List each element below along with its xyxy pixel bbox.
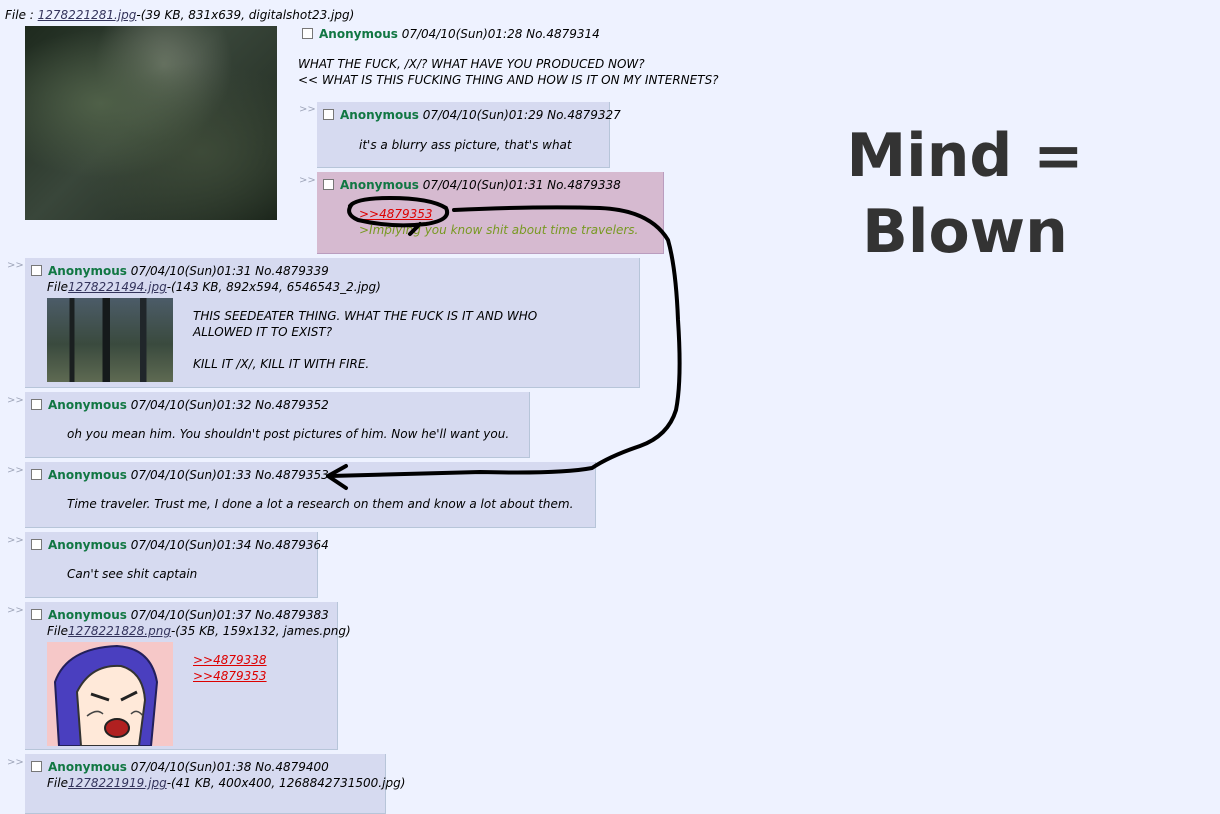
reply-file-info: File1278221494.jpg-(143 KB, 892x594, 654… (47, 280, 381, 294)
reply-arrows: >> (7, 605, 24, 616)
reply-arrows: >> (7, 260, 24, 271)
file-link[interactable]: 1278221494.jpg (68, 280, 167, 294)
poster-name: Anonymous (48, 538, 127, 552)
caption-line: Blown (862, 197, 1068, 267)
file-label: File (47, 624, 68, 638)
post-meta: 07/04/10(Sun)01:31 No.4879339 (130, 264, 329, 278)
reply-header: Anonymous 07/04/10(Sun)01:37 No.4879383 (31, 608, 329, 622)
poster-name: Anonymous (48, 760, 127, 774)
reply-post-highlighted: Anonymous 07/04/10(Sun)01:31 No.4879338 … (317, 172, 664, 254)
reply-arrows: >> (7, 535, 24, 546)
reply-post: Anonymous 07/04/10(Sun)01:33 No.4879353 … (25, 462, 596, 528)
reply-arrows: >> (7, 395, 24, 406)
poster-name: Anonymous (48, 264, 127, 278)
poster-name: Anonymous (48, 468, 127, 482)
post-meta: 07/04/10(Sun)01:32 No.4879352 (130, 398, 329, 412)
op-image-thumbnail[interactable] (25, 26, 277, 220)
post-meta: 07/04/10(Sun)01:38 No.4879400 (130, 760, 329, 774)
file-link[interactable]: 1278221828.png (68, 624, 171, 638)
reply-post: Anonymous 07/04/10(Sun)01:37 No.4879383 … (25, 602, 351, 750)
reply-arrows: >> (7, 465, 24, 476)
angry-face-drawing-icon (53, 644, 159, 746)
poster-name: Anonymous (48, 398, 127, 412)
reply-header: Anonymous 07/04/10(Sun)01:34 No.4879364 (31, 538, 329, 552)
reply-post: Anonymous 07/04/10(Sun)01:32 No.4879352 … (25, 392, 530, 458)
reply-arrows: >> (7, 757, 24, 768)
reply-checkbox[interactable] (31, 399, 42, 410)
reply-text: ALLOWED IT TO EXIST? (193, 325, 333, 339)
reply-checkbox[interactable] (31, 539, 42, 550)
post-meta: 07/04/10(Sun)01:29 No.4879327 (422, 108, 621, 122)
post-meta: 07/04/10(Sun)01:31 No.4879338 (422, 178, 621, 192)
op-post-body: WHAT THE FUCK, /X/? WHAT HAVE YOU PRODUC… (298, 56, 719, 88)
reply-post: Anonymous 07/04/10(Sun)01:34 No.4879364 … (25, 532, 329, 598)
post-meta: 07/04/10(Sun)01:37 No.4879383 (130, 608, 329, 622)
reply-header: Anonymous 07/04/10(Sun)01:38 No.4879400 (31, 760, 329, 774)
op-body-line: << WHAT IS THIS FUCKING THING AND HOW IS… (298, 73, 719, 87)
op-post-header: Anonymous 07/04/10(Sun)01:28 No.4879314 (302, 27, 600, 41)
post-meta: 07/04/10(Sun)01:34 No.4879364 (130, 538, 329, 552)
post-meta: 07/04/10(Sun)01:33 No.4879353 (130, 468, 329, 482)
quote-link[interactable]: >>4879338 (193, 652, 267, 668)
mind-blown-caption: Mind = Blown (835, 118, 1095, 270)
reply-checkbox[interactable] (31, 469, 42, 480)
op-post-meta: 07/04/10(Sun)01:28 No.4879314 (401, 27, 600, 41)
reply-text: Time traveler. Trust me, I done a lot a … (67, 497, 574, 511)
op-poster-name: Anonymous (319, 27, 398, 41)
reply-header: Anonymous 07/04/10(Sun)01:31 No.4879338 (323, 178, 621, 192)
poster-name: Anonymous (48, 608, 127, 622)
reply-arrows: >> (299, 104, 316, 115)
op-file-details: -(39 KB, 831x639, digitalshot23.jpg) (136, 8, 355, 22)
reply-header: Anonymous 07/04/10(Sun)01:32 No.4879352 (31, 398, 329, 412)
reply-image-thumbnail[interactable] (47, 642, 173, 746)
reply-checkbox[interactable] (323, 179, 334, 190)
reply-header: Anonymous 07/04/10(Sun)01:31 No.4879339 (31, 264, 329, 278)
reply-checkbox[interactable] (31, 761, 42, 772)
reply-post: Anonymous 07/04/10(Sun)01:38 No.4879400 … (25, 754, 405, 814)
reply-text: oh you mean him. You shouldn't post pict… (67, 427, 510, 441)
op-file-link[interactable]: 1278221281.jpg (38, 8, 137, 22)
reply-checkbox[interactable] (31, 609, 42, 620)
greentext-line: >Implying you know shit about time trave… (359, 223, 639, 237)
reply-text: Can't see shit captain (67, 567, 198, 581)
reply-header: Anonymous 07/04/10(Sun)01:29 No.4879327 (323, 108, 621, 122)
quote-link[interactable]: >>4879353 (359, 206, 433, 222)
reply-post: Anonymous 07/04/10(Sun)01:29 No.4879327 … (317, 102, 621, 168)
reply-checkbox[interactable] (31, 265, 42, 276)
op-body-line: WHAT THE FUCK, /X/? WHAT HAVE YOU PRODUC… (298, 57, 645, 71)
reply-checkbox[interactable] (323, 109, 334, 120)
op-file-info: File : 1278221281.jpg-(39 KB, 831x639, d… (5, 8, 354, 22)
file-details: -(35 KB, 159x132, james.png) (170, 624, 351, 638)
poster-name: Anonymous (340, 108, 419, 122)
reply-file-info: File1278221828.png-(35 KB, 159x132, jame… (47, 624, 351, 638)
op-checkbox[interactable] (302, 28, 313, 39)
poster-name: Anonymous (340, 178, 419, 192)
reply-text: THIS SEEDEATER THING. WHAT THE FUCK IS I… (193, 309, 538, 323)
reply-text: it's a blurry ass picture, that's what (359, 138, 572, 152)
quote-link[interactable]: >>4879353 (193, 668, 267, 684)
reply-header: Anonymous 07/04/10(Sun)01:33 No.4879353 (31, 468, 329, 482)
file-label: File (47, 280, 68, 294)
reply-image-thumbnail[interactable] (47, 298, 173, 382)
op-file-label: File : (5, 8, 34, 22)
file-details: -(143 KB, 892x594, 6546543_2.jpg) (166, 280, 381, 294)
reply-text: KILL IT /X/, KILL IT WITH FIRE. (193, 357, 370, 371)
reply-post: Anonymous 07/04/10(Sun)01:31 No.4879339 … (25, 258, 640, 388)
caption-line: Mind = (846, 121, 1084, 191)
reply-arrows: >> (299, 175, 316, 186)
